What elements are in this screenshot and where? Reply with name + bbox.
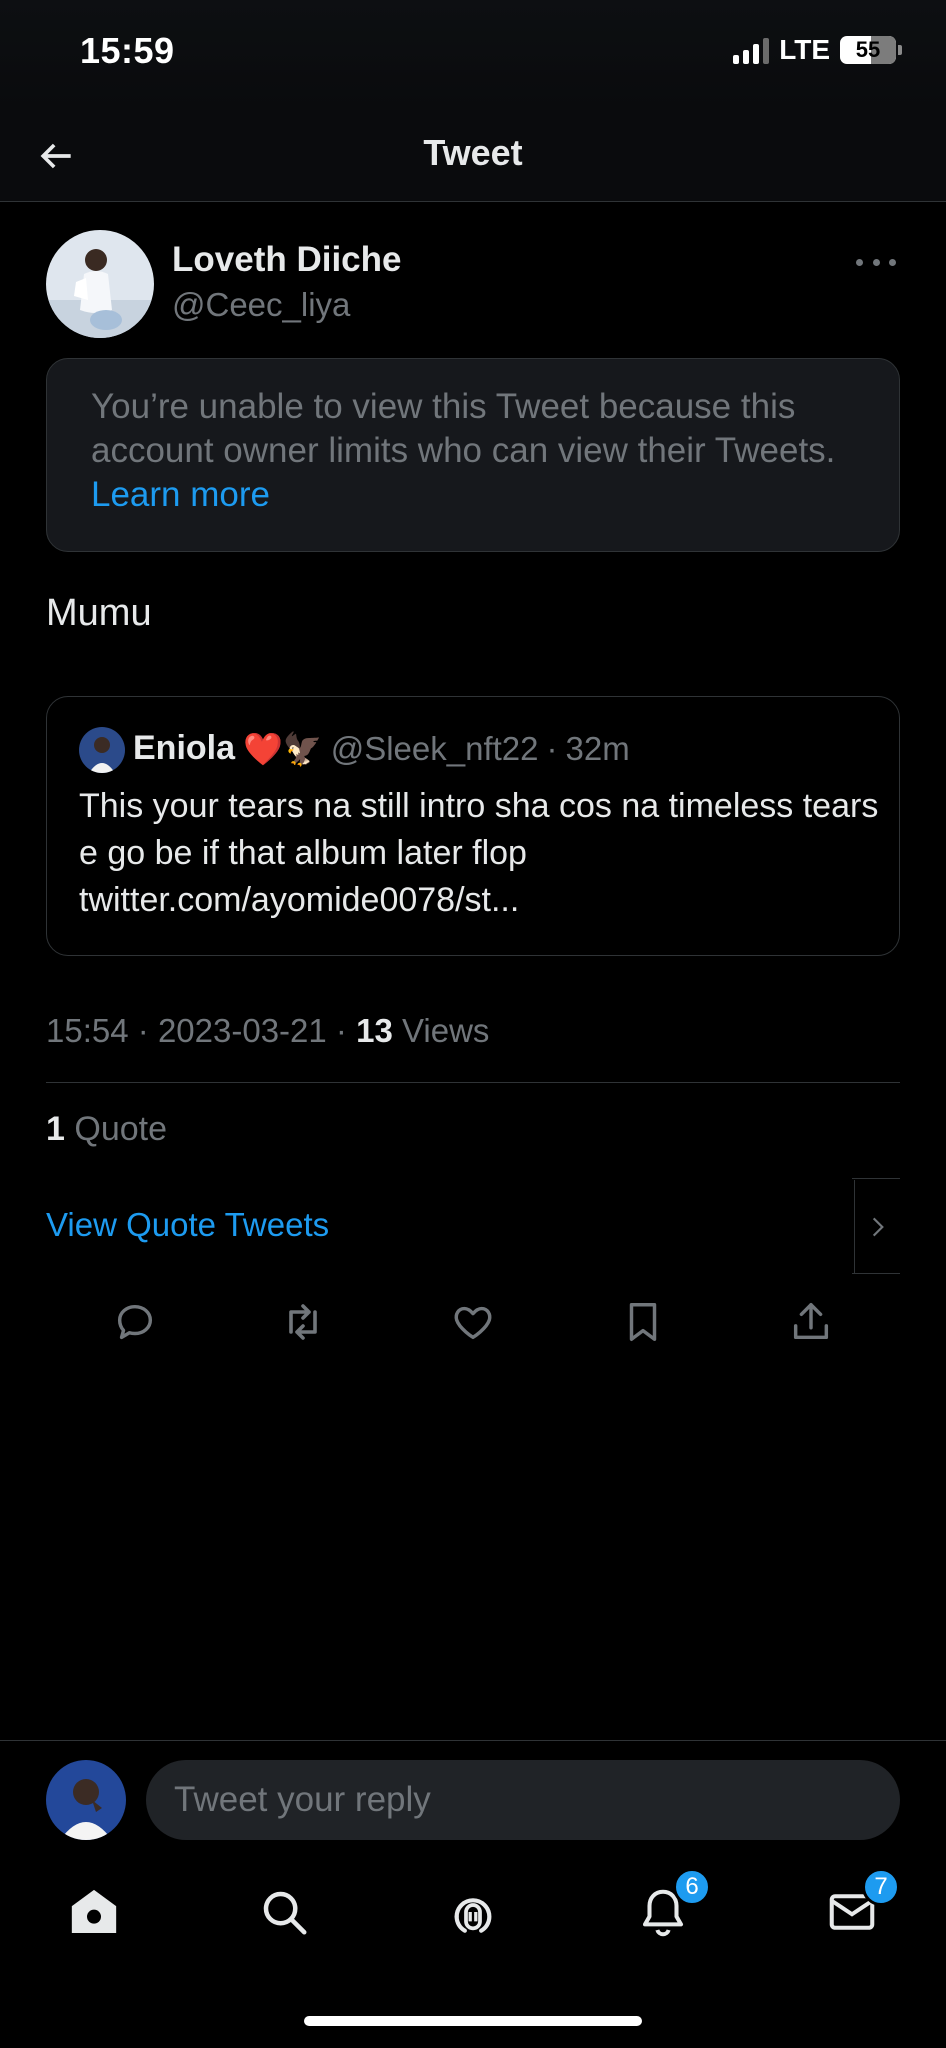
bookmark-button[interactable]: [615, 1294, 671, 1350]
status-indicators: LTE 55: [733, 34, 902, 66]
spaces-microphone-icon: [454, 1898, 492, 1933]
bottom-tab-bar: 6 7: [0, 1860, 946, 1980]
restricted-tweet-notice: You’re unable to view this Tweet because…: [46, 358, 900, 552]
tab-home[interactable]: [62, 1880, 126, 1944]
tweet-text: Mumu: [46, 592, 152, 634]
bookmark-icon: [629, 1303, 657, 1341]
tab-spaces[interactable]: [441, 1880, 505, 1944]
quoted-separator: ·: [546, 729, 558, 767]
quoted-tweet-card[interactable]: Eniola ❤️🦅 @Sleek_nft22 · 32m This your …: [46, 696, 900, 956]
quoted-timestamp: 32m: [565, 729, 630, 767]
reply-input[interactable]: [146, 1760, 900, 1840]
battery-icon: 55: [840, 36, 902, 64]
chevron-right-icon: [872, 1217, 884, 1237]
divider: [46, 1082, 900, 1083]
notice-text: You’re unable to view this Tweet because…: [91, 387, 836, 470]
tweet-meta: 15:54 · 2023-03-21 · 13 Views: [46, 1012, 489, 1050]
share-icon: [793, 1303, 829, 1340]
network-type: LTE: [779, 34, 830, 65]
quoted-author-emoji: ❤️🦅: [243, 730, 323, 767]
tweet-detail-screen: 15:59 LTE 55 Tweet Loveth Diiche @Ceec_l…: [0, 0, 946, 2048]
quoted-tweet-header: Eniola ❤️🦅 @Sleek_nft22 · 32m: [133, 729, 630, 768]
retweet-button[interactable]: [275, 1294, 331, 1350]
heart-icon: [454, 1306, 492, 1340]
divider: [852, 1178, 900, 1179]
tweet-actions: [46, 1294, 900, 1354]
author-name[interactable]: Loveth Diiche: [172, 240, 401, 280]
signal-icon: [733, 36, 770, 64]
quoted-author-avatar: [79, 727, 125, 773]
view-quote-tweets-link[interactable]: View Quote Tweets: [46, 1206, 329, 1244]
divider: [0, 1740, 946, 1741]
reply-icon: [117, 1304, 153, 1340]
tab-search[interactable]: [252, 1880, 316, 1944]
tweet-date: 2023-03-21: [157, 1012, 327, 1049]
views-label: Views: [401, 1012, 490, 1049]
views-count: 13: [356, 1012, 393, 1049]
notice-text-block: You’re unable to view this Tweet because…: [91, 385, 855, 517]
view-quotes-chevron[interactable]: [854, 1180, 900, 1274]
quoted-author-handle: @Sleek_nft22: [330, 729, 539, 767]
quote-count-number: 1: [46, 1110, 65, 1148]
more-options-icon[interactable]: [856, 252, 896, 272]
tab-messages[interactable]: 7: [820, 1868, 900, 1944]
quoted-tweet-text: This your tears na still intro sha cos n…: [79, 787, 879, 919]
user-avatar[interactable]: [46, 1760, 126, 1840]
retweet-icon: [289, 1304, 317, 1340]
share-button[interactable]: [783, 1294, 839, 1350]
quote-count[interactable]: 1 Quote: [46, 1110, 167, 1149]
quoted-author-name: Eniola: [133, 729, 236, 767]
page-title: Tweet: [423, 132, 523, 173]
like-button[interactable]: [445, 1294, 501, 1350]
tab-notifications[interactable]: 6: [631, 1868, 711, 1944]
meta-separator: ·: [137, 1012, 149, 1049]
home-indicator: [304, 2016, 642, 2026]
author-avatar[interactable]: [46, 230, 154, 338]
top-bar: Tweet: [0, 108, 946, 202]
battery-level: 55: [855, 37, 881, 62]
learn-more-link[interactable]: Learn more: [91, 475, 270, 514]
author-handle[interactable]: @Ceec_liya: [172, 286, 350, 324]
quote-count-label: Quote: [74, 1110, 167, 1148]
search-icon: [263, 1891, 307, 1935]
divider: [852, 1273, 900, 1274]
home-icon: [71, 1889, 117, 1933]
messages-badge: 7: [862, 1868, 900, 1906]
meta-separator: ·: [335, 1012, 347, 1049]
status-time: 15:59: [80, 30, 175, 71]
notifications-badge: 6: [673, 1868, 711, 1906]
status-bar: 15:59 LTE 55: [0, 0, 946, 108]
tweet-time: 15:54: [46, 1012, 129, 1049]
reply-button[interactable]: [107, 1294, 163, 1350]
